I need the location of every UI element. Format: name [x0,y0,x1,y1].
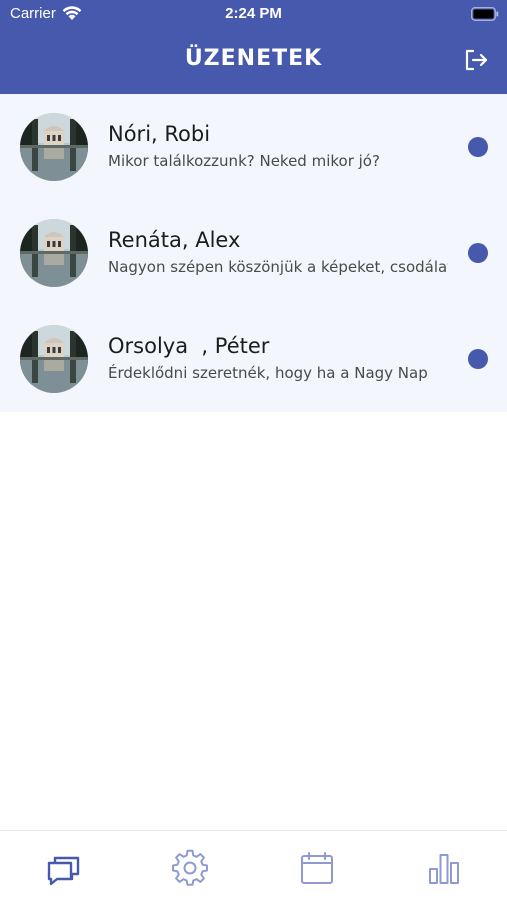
conversation-preview: Érdeklődni szeretnék, hogy ha a Nagy Nap [108,364,428,382]
conversation-list: Nóri, Robi Mikor találkozzunk? Neked mik… [0,94,507,412]
battery-icon [471,7,499,21]
chat-bubbles-icon[interactable] [45,849,83,887]
conversation-item[interactable]: Renáta, Alex Nagyon szépen köszönjük a k… [0,200,507,306]
gear-icon[interactable] [171,849,209,887]
avatar-image [20,219,88,287]
avatar-image [20,113,88,181]
unread-indicator [468,243,488,263]
avatar [20,325,88,393]
conversation-name: Nóri, Robi [108,122,211,146]
conversation-item[interactable]: Orsolya , Péter Érdeklődni szeretnék, ho… [0,306,507,412]
avatar-image [20,325,88,393]
unread-indicator [468,137,488,157]
conversation-item[interactable]: Nóri, Robi Mikor találkozzunk? Neked mik… [0,94,507,200]
conversation-name: Renáta, Alex [108,228,241,252]
bar-chart-icon[interactable] [425,849,463,887]
logout-icon[interactable] [462,46,490,74]
conversation-preview: Mikor találkozzunk? Neked mikor jó? [108,152,380,170]
status-time: 2:24 PM [225,5,282,22]
calendar-icon[interactable] [298,849,336,887]
tab-bar [0,830,507,901]
conversation-name: Orsolya , Péter [108,334,270,358]
status-bar: Carrier 2:24 PM [0,0,507,28]
page-title: ÜZENETEK [184,46,323,71]
header-bar: Carrier 2:24 PM ÜZENETEK [0,0,507,94]
unread-indicator [468,349,488,369]
conversation-preview: Nagyon szépen köszönjük a képeket, csodá… [108,258,448,276]
avatar [20,113,88,181]
avatar [20,219,88,287]
